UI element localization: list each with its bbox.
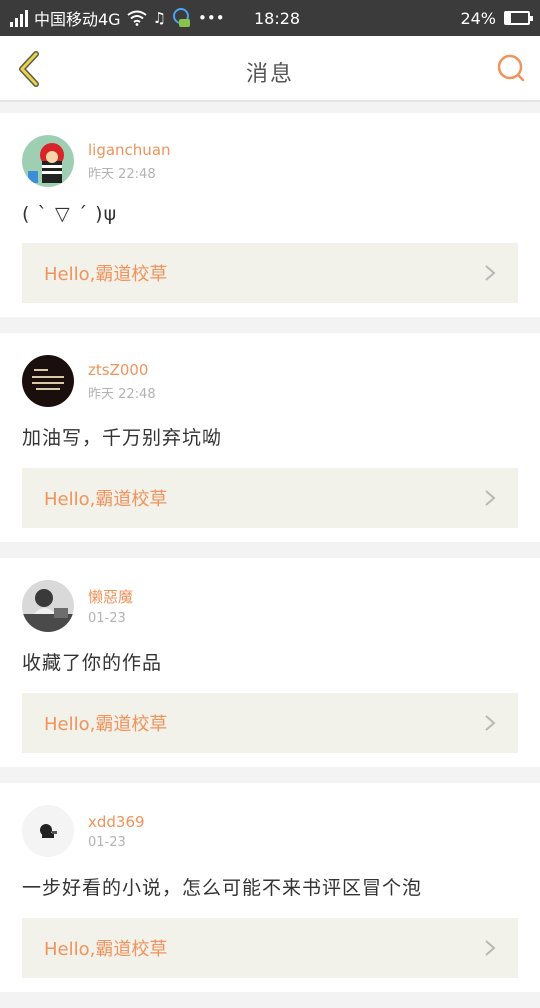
nav-bar: 消息 <box>0 36 540 102</box>
user-meta: liganchuan 昨天 22:48 <box>88 141 171 182</box>
chevron-right-icon <box>485 265 496 281</box>
user-meta: 懒惡魔 01-23 <box>88 586 133 626</box>
status-right: 24% <box>460 8 533 28</box>
carrier-label: 中国移动4G <box>34 10 121 29</box>
book-title: Hello,霸道校草 <box>44 264 168 285</box>
user-meta: ztsZ000 昨天 22:48 <box>88 361 156 402</box>
chevron-right-icon <box>485 940 496 956</box>
book-link[interactable]: Hello,霸道校草 <box>22 693 518 753</box>
timestamp: 昨天 22:48 <box>88 386 156 402</box>
battery-icon <box>504 11 533 25</box>
book-title: Hello,霸道校草 <box>44 939 168 960</box>
avatar[interactable] <box>22 355 74 407</box>
username[interactable]: xdd369 <box>88 813 145 831</box>
battery-fill <box>506 13 512 23</box>
timestamp: 01-23 <box>88 834 126 850</box>
username[interactable]: ztsZ000 <box>88 361 156 379</box>
book-link[interactable]: Hello,霸道校草 <box>22 468 518 528</box>
avatar[interactable] <box>22 580 74 632</box>
comment-text: 收藏了你的作品 <box>22 652 163 674</box>
message-header: liganchuan 昨天 22:48 <box>22 135 518 187</box>
chevron-right-icon <box>485 715 496 731</box>
comment-text: 一步好看的小说，怎么可能不来书评区冒个泡 <box>22 877 423 899</box>
chevron-right-icon <box>485 490 496 506</box>
music-icon: ♫ <box>152 9 167 27</box>
message-header: ztsZ000 昨天 22:48 <box>22 355 518 407</box>
username[interactable]: liganchuan <box>88 141 171 159</box>
timestamp: 昨天 22:48 <box>88 166 156 182</box>
status-time: 18:28 <box>254 9 301 28</box>
message-header: xdd369 01-23 <box>22 805 518 857</box>
signal-icon <box>10 9 28 27</box>
message-card: ztsZ000 昨天 22:48 加油写，千万别弃坑呦 Hello,霸道校草 <box>0 333 540 542</box>
message-header: 懒惡魔 01-23 <box>22 580 518 632</box>
book-link[interactable]: Hello,霸道校草 <box>22 243 518 303</box>
user-meta: xdd369 01-23 <box>88 813 145 850</box>
battery-percent: 24% <box>460 8 496 28</box>
page-title: 消息 <box>245 62 294 87</box>
message-card: xdd369 01-23 一步好看的小说，怎么可能不来书评区冒个泡 Hello,… <box>0 783 540 992</box>
avatar[interactable] <box>22 805 74 857</box>
more-icon: ••• <box>198 9 225 27</box>
status-left: 中国移动4G ♫ ••• <box>10 6 225 30</box>
avatar[interactable] <box>22 135 74 187</box>
book-title: Hello,霸道校草 <box>44 489 168 510</box>
wifi-icon <box>126 10 147 26</box>
timestamp: 01-23 <box>88 611 126 626</box>
username[interactable]: 懒惡魔 <box>88 586 133 607</box>
search-icon[interactable] <box>496 53 526 83</box>
message-list: liganchuan 昨天 22:48 ( ˋ ▽ ˊ )ψ Hello,霸道校… <box>0 113 540 1008</box>
message-icon <box>173 8 191 27</box>
message-card: liganchuan 昨天 22:48 ( ˋ ▽ ˊ )ψ Hello,霸道校… <box>0 113 540 317</box>
book-link[interactable]: Hello,霸道校草 <box>22 918 518 978</box>
comment-text: 加油写，千万别弃坑呦 <box>22 427 223 449</box>
comment-text: ( ˋ ▽ ˊ )ψ <box>22 203 118 225</box>
book-title: Hello,霸道校草 <box>44 714 168 735</box>
message-card: 懒惡魔 01-23 收藏了你的作品 Hello,霸道校草 <box>0 558 540 767</box>
status-bar: 中国移动4G ♫ ••• 18:28 24% <box>0 0 540 36</box>
